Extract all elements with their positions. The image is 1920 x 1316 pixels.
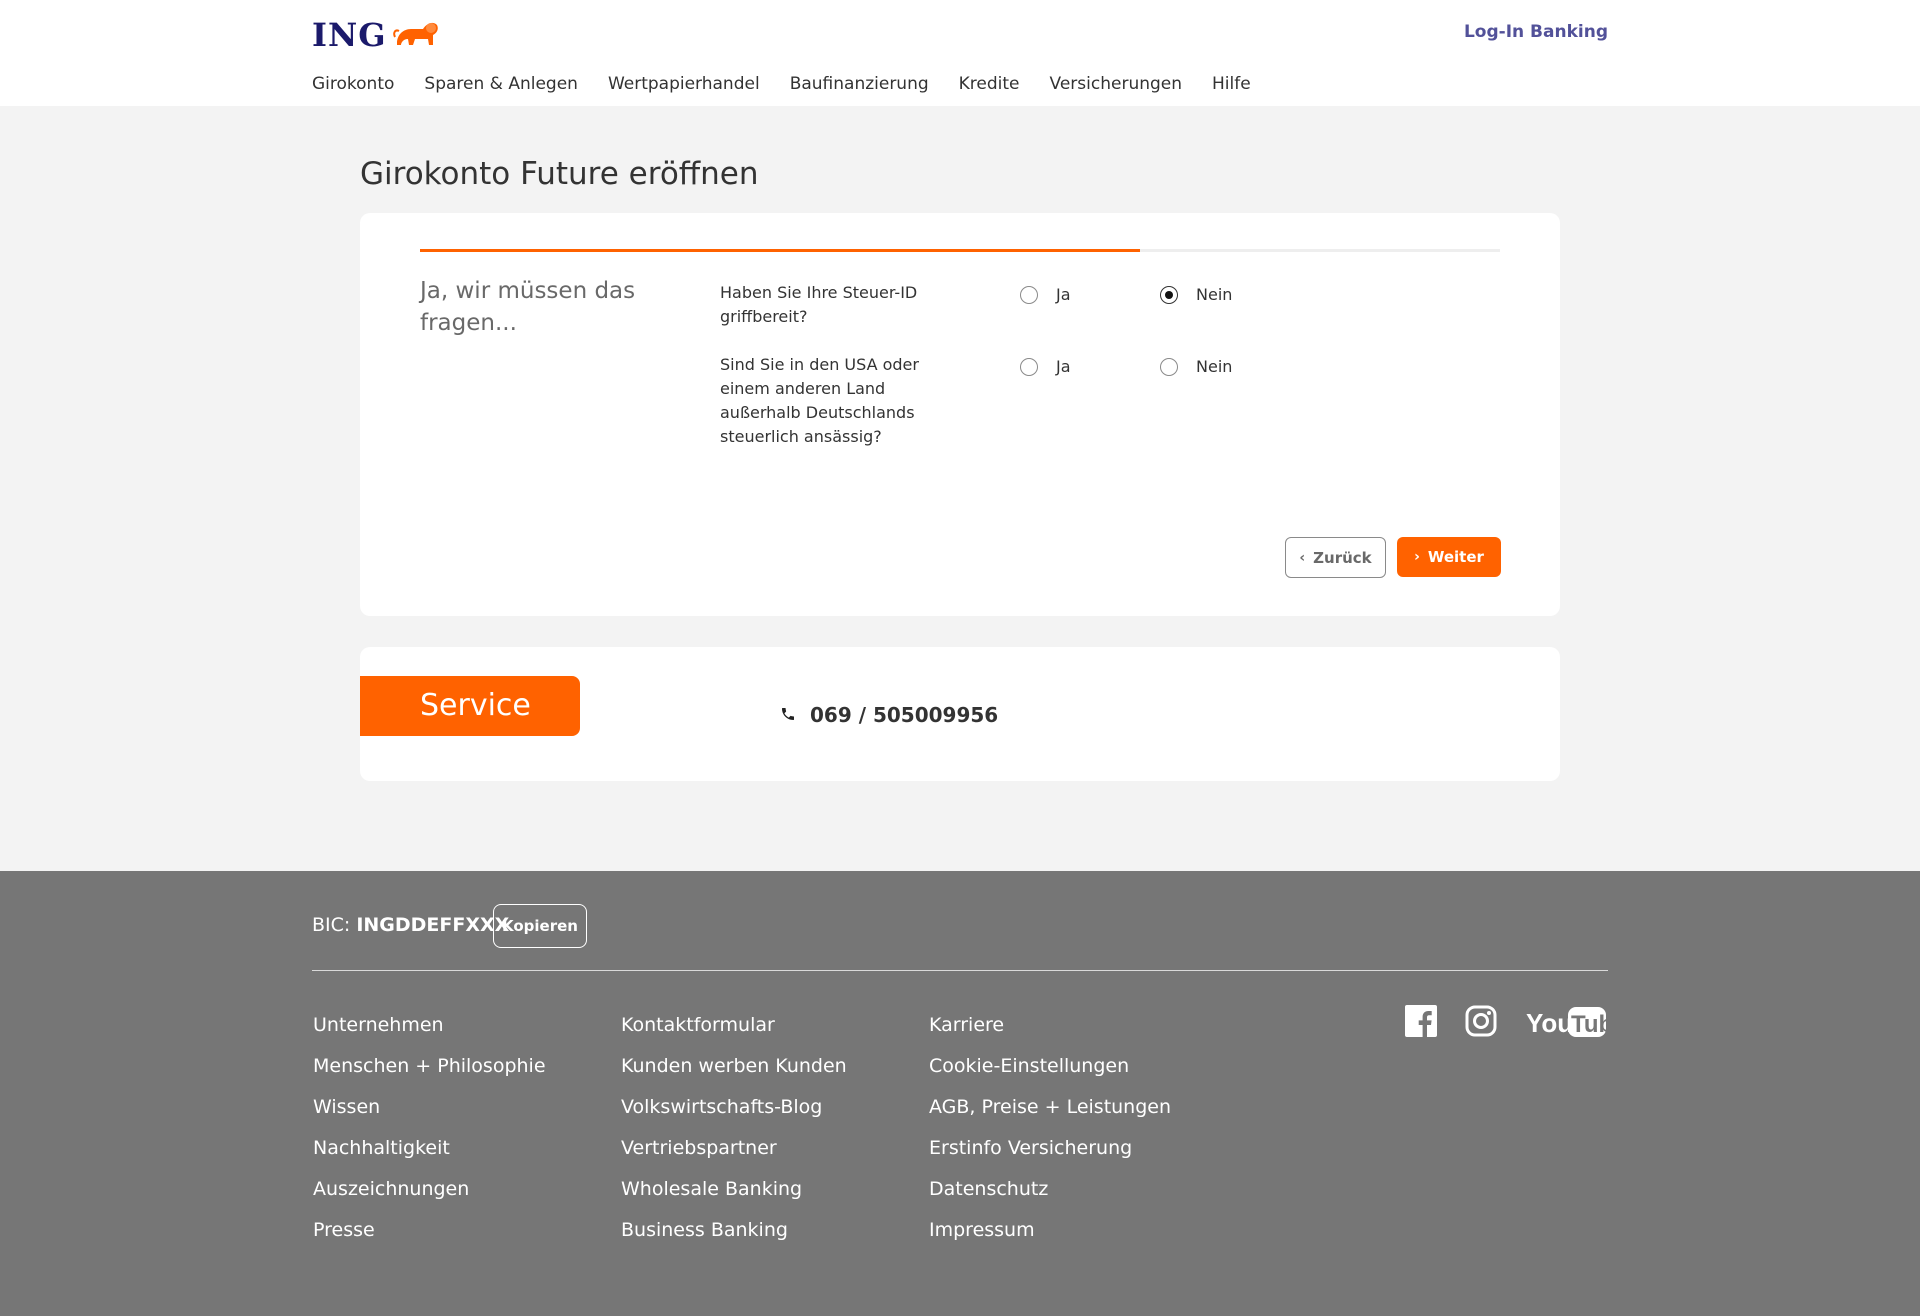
logo-text: ING bbox=[312, 16, 387, 54]
youtube-icon[interactable]: You Tube bbox=[1526, 1005, 1608, 1039]
facebook-icon[interactable] bbox=[1405, 1005, 1437, 1037]
chevron-right-icon: › bbox=[1414, 549, 1420, 565]
login-banking-link[interactable]: Log-In Banking bbox=[1464, 22, 1608, 42]
svg-text:You: You bbox=[1526, 1008, 1573, 1038]
radio-ansaessig-ja[interactable] bbox=[1020, 357, 1038, 376]
footer-link-volkswirtschafts-blog[interactable]: Volkswirtschafts-Blog bbox=[621, 1087, 847, 1128]
option-label: Ja bbox=[1056, 285, 1071, 304]
nav-item-hilfe[interactable]: Hilfe bbox=[1212, 74, 1251, 94]
footer-link-datenschutz[interactable]: Datenschutz bbox=[929, 1169, 1171, 1210]
lion-icon bbox=[392, 17, 439, 53]
chevron-left-icon: ‹ bbox=[1299, 549, 1306, 566]
next-button-label: Weiter bbox=[1427, 548, 1484, 566]
phone-icon bbox=[780, 703, 796, 727]
option-ansaessig-nein[interactable]: Nein bbox=[1160, 357, 1232, 376]
ing-logo[interactable]: ING bbox=[312, 16, 439, 54]
progress-bar-fill bbox=[420, 249, 1141, 252]
footer-column-3: Karriere Cookie-Einstellungen AGB, Preis… bbox=[929, 1005, 1171, 1251]
footer-link-vertriebspartner[interactable]: Vertriebspartner bbox=[621, 1128, 847, 1169]
footer-link-presse[interactable]: Presse bbox=[313, 1210, 546, 1251]
progress-bar bbox=[420, 249, 1500, 252]
footer-column-1: Unternehmen Menschen + Philosophie Wisse… bbox=[313, 1005, 546, 1251]
svg-text:Tube: Tube bbox=[1571, 1011, 1608, 1038]
service-card: Service 069 / 505009956 bbox=[360, 647, 1560, 781]
main-nav: Girokonto Sparen & Anlegen Wertpapierhan… bbox=[312, 74, 1281, 94]
footer-link-agb[interactable]: AGB, Preise + Leistungen bbox=[929, 1087, 1171, 1128]
back-button[interactable]: ‹ Zurück bbox=[1285, 537, 1386, 578]
footer-divider bbox=[312, 970, 1608, 971]
footer-link-wissen[interactable]: Wissen bbox=[313, 1087, 546, 1128]
footer-link-menschen-philosophie[interactable]: Menschen + Philosophie bbox=[313, 1046, 546, 1087]
copy-bic-button[interactable]: Kopieren bbox=[493, 904, 587, 948]
next-button[interactable]: › Weiter bbox=[1397, 537, 1501, 577]
footer-link-kunden-werben-kunden[interactable]: Kunden werben Kunden bbox=[621, 1046, 847, 1087]
nav-item-kredite[interactable]: Kredite bbox=[959, 74, 1020, 94]
site-footer: BIC: INGDDEFFXXX Kopieren Unternehmen Me… bbox=[0, 871, 1920, 1316]
site-header: ING Log-In Banking Girokonto Sparen & An… bbox=[0, 0, 1920, 106]
phone-number: 069 / 505009956 bbox=[810, 703, 999, 727]
footer-link-cookie-einstellungen[interactable]: Cookie-Einstellungen bbox=[929, 1046, 1171, 1087]
footer-link-nachhaltigkeit[interactable]: Nachhaltigkeit bbox=[313, 1128, 546, 1169]
footer-column-2: Kontaktformular Kunden werben Kunden Vol… bbox=[621, 1005, 847, 1251]
radio-ansaessig-nein[interactable] bbox=[1160, 357, 1178, 376]
radio-steuer-id-ja[interactable] bbox=[1020, 285, 1038, 304]
footer-link-business-banking[interactable]: Business Banking bbox=[621, 1210, 847, 1251]
question-steuerlich-ansaessig: Sind Sie in den USA oder einem anderen L… bbox=[720, 355, 919, 446]
option-label: Ja bbox=[1056, 357, 1071, 376]
nav-item-versicherungen[interactable]: Versicherungen bbox=[1050, 74, 1182, 94]
footer-link-impressum[interactable]: Impressum bbox=[929, 1210, 1171, 1251]
section-title: Ja, wir müssen das fragen... bbox=[420, 278, 636, 336]
option-steuer-id-nein[interactable]: Nein bbox=[1160, 285, 1232, 304]
bic-label: BIC: bbox=[312, 914, 351, 936]
instagram-icon[interactable] bbox=[1465, 1005, 1497, 1037]
service-title: Service bbox=[360, 676, 580, 736]
bic-info: BIC: INGDDEFFXXX bbox=[312, 914, 509, 936]
question-steuer-id: Haben Sie Ihre Steuer-ID griffbereit? bbox=[720, 283, 918, 326]
footer-link-karriere[interactable]: Karriere bbox=[929, 1005, 1171, 1046]
footer-link-kontaktformular[interactable]: Kontaktformular bbox=[621, 1005, 847, 1046]
back-button-label: Zurück bbox=[1313, 548, 1372, 567]
option-label: Nein bbox=[1196, 357, 1233, 376]
page-title: Girokonto Future eröffnen bbox=[360, 156, 759, 192]
option-ansaessig-ja[interactable]: Ja bbox=[1020, 357, 1071, 376]
service-phone[interactable]: 069 / 505009956 bbox=[780, 703, 998, 727]
footer-link-wholesale-banking[interactable]: Wholesale Banking bbox=[621, 1169, 847, 1210]
bic-value: INGDDEFFXXX bbox=[356, 914, 510, 936]
option-steuer-id-ja[interactable]: Ja bbox=[1020, 285, 1071, 304]
nav-item-wertpapierhandel[interactable]: Wertpapierhandel bbox=[608, 74, 760, 94]
nav-item-sparen-anlegen[interactable]: Sparen & Anlegen bbox=[424, 74, 578, 94]
footer-link-auszeichnungen[interactable]: Auszeichnungen bbox=[313, 1169, 546, 1210]
form-card: Ja, wir müssen das fragen... Haben Sie I… bbox=[360, 213, 1560, 616]
footer-link-unternehmen[interactable]: Unternehmen bbox=[313, 1005, 546, 1046]
radio-steuer-id-nein[interactable] bbox=[1160, 285, 1178, 304]
nav-item-baufinanzierung[interactable]: Baufinanzierung bbox=[790, 74, 929, 94]
option-label: Nein bbox=[1196, 285, 1233, 304]
nav-item-girokonto[interactable]: Girokonto bbox=[312, 74, 394, 94]
footer-link-erstinfo-versicherung[interactable]: Erstinfo Versicherung bbox=[929, 1128, 1171, 1169]
